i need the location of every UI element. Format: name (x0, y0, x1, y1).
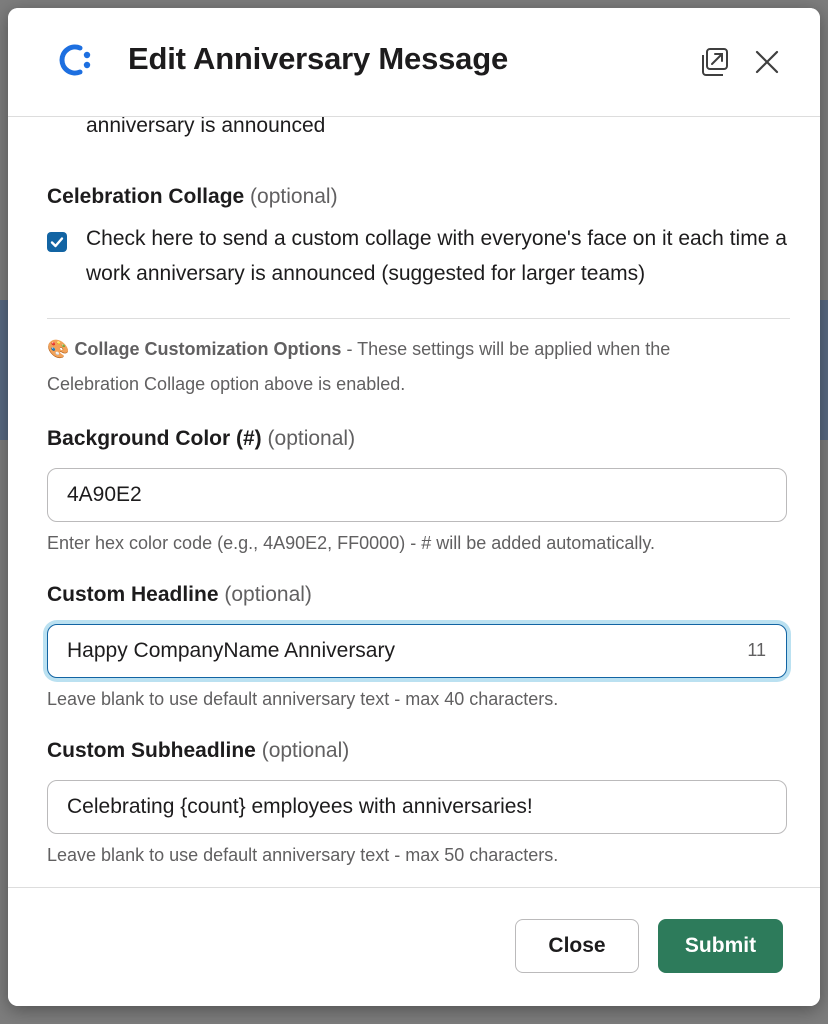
subheadline-optional: (optional) (261, 739, 350, 762)
customization-info-title: Collage Customization Options (74, 339, 342, 359)
modal-header: Edit Anniversary Message (8, 8, 820, 117)
subheadline-input[interactable] (67, 781, 727, 833)
close-button[interactable]: Close (515, 919, 639, 973)
subheadline-field[interactable] (47, 780, 787, 834)
background-color-input[interactable] (67, 469, 727, 521)
collage-checkbox[interactable] (47, 232, 67, 252)
collage-checkbox-label[interactable]: Check here to send a custom collage with… (86, 221, 796, 291)
submit-button[interactable]: Submit (658, 919, 783, 973)
background-color-optional: (optional) (267, 427, 356, 450)
palette-icon: 🎨 (47, 339, 70, 359)
headline-hint: Leave blank to use default anniversary t… (47, 689, 559, 709)
headline-field[interactable]: 11 (47, 624, 787, 678)
clipped-description: anniversary is announced (86, 117, 326, 137)
subheadline-label-text: Custom Subheadline (47, 739, 256, 762)
headline-label: Custom Headline (optional) (47, 583, 312, 607)
edit-message-modal: Edit Anniversary Message anniversary is … (8, 8, 820, 1006)
background-color-field[interactable] (47, 468, 787, 522)
customization-info: 🎨 Collage Customization Options - These … (47, 332, 767, 402)
modal-footer: Close Submit (8, 887, 820, 1006)
collage-label-text: Celebration Collage (47, 185, 245, 208)
popout-icon[interactable] (698, 46, 730, 78)
modal-title: Edit Anniversary Message (128, 41, 508, 76)
modal-body[interactable]: anniversary is announced Celebration Col… (8, 117, 820, 887)
background-color-label-text: Background Color (#) (47, 427, 262, 450)
collage-label: Celebration Collage (optional) (47, 185, 338, 209)
headline-label-text: Custom Headline (47, 583, 219, 606)
headline-optional: (optional) (224, 583, 312, 606)
checkmark-icon (50, 237, 64, 248)
background-color-label: Background Color (#) (optional) (47, 427, 355, 451)
subheadline-label: Custom Subheadline (optional) (47, 739, 349, 763)
collage-optional: (optional) (250, 185, 338, 208)
app-logo-icon (59, 44, 91, 76)
close-icon[interactable] (753, 48, 781, 76)
headline-char-counter: 11 (747, 640, 766, 660)
subheadline-hint: Leave blank to use default anniversary t… (47, 845, 559, 865)
headline-input[interactable] (67, 625, 727, 677)
section-divider (47, 318, 790, 319)
background-color-hint: Enter hex color code (e.g., 4A90E2, FF00… (47, 533, 655, 553)
